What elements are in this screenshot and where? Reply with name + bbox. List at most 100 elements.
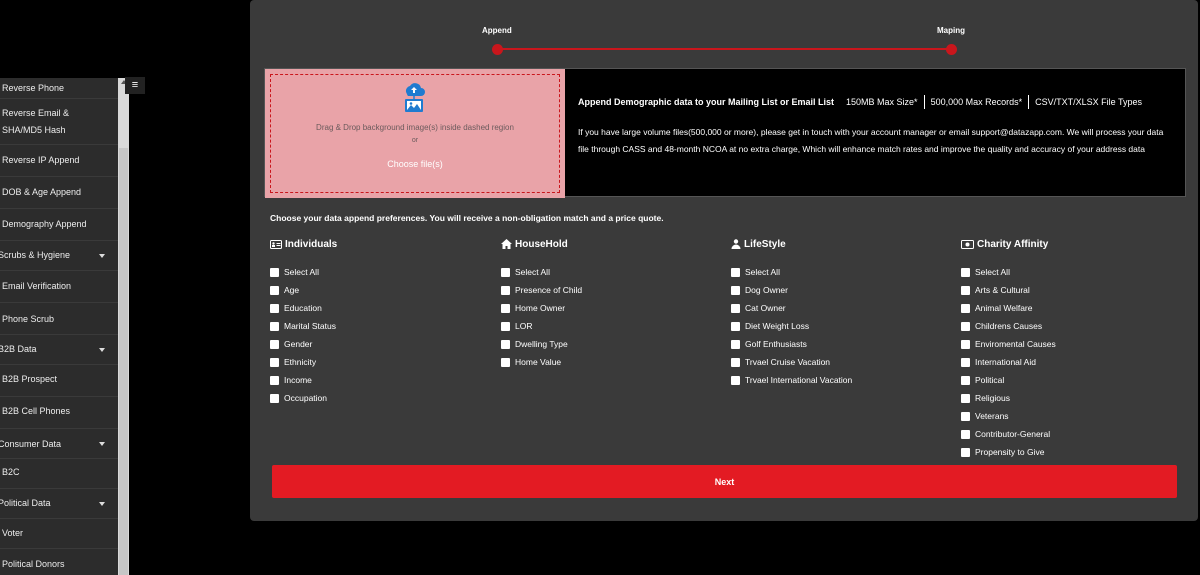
checkbox-option[interactable]: Trvael International Vacation — [731, 371, 852, 389]
checkbox-option[interactable]: Veterans — [961, 407, 1056, 425]
sidebar-item-dob-age[interactable]: DOB & Age Append — [0, 177, 118, 209]
checkbox-label: Propensity to Give — [975, 447, 1045, 457]
household-heading: HouseHold — [501, 237, 582, 251]
checkbox[interactable] — [731, 285, 740, 295]
checkbox[interactable] — [731, 321, 740, 331]
checkbox[interactable] — [501, 303, 510, 313]
checkbox-option[interactable]: Occupation — [270, 389, 337, 407]
checkbox-option[interactable]: Propensity to Give — [961, 443, 1056, 461]
checkbox[interactable] — [961, 267, 970, 277]
checkbox[interactable] — [501, 321, 510, 331]
checkbox[interactable] — [501, 285, 510, 295]
checkbox[interactable] — [961, 429, 970, 439]
checkbox-option[interactable]: Home Value — [501, 353, 582, 371]
checkbox[interactable] — [501, 357, 510, 367]
checkbox-option[interactable]: Income — [270, 371, 337, 389]
sidebar-item-email-verification[interactable]: Email Verification — [0, 271, 118, 303]
checkbox-label: Home Value — [515, 357, 562, 367]
sidebar-item-b2b-prospect[interactable]: B2B Prospect — [0, 365, 118, 397]
checkbox[interactable] — [501, 267, 510, 277]
lifestyle-title: LifeStyle — [744, 238, 786, 250]
checkbox[interactable] — [731, 303, 740, 313]
dropzone[interactable]: Drag & Drop background image(s) inside d… — [265, 69, 565, 198]
checkbox[interactable] — [270, 357, 279, 367]
checkbox[interactable] — [961, 285, 970, 295]
checkbox-label: Arts & Cultural — [975, 285, 1030, 295]
checkbox-option[interactable]: Animal Welfare — [961, 299, 1056, 317]
checkbox-option[interactable]: Education — [270, 299, 337, 317]
checkbox-option[interactable]: Contributor-General — [961, 425, 1056, 443]
checkbox-option[interactable]: Marital Status — [270, 317, 337, 335]
checkbox-option[interactable]: Trvael Cruise Vacation — [731, 353, 852, 371]
sidebar-item-demography[interactable]: Demography Append — [0, 209, 118, 241]
checkbox[interactable] — [961, 411, 970, 421]
checkbox-option[interactable]: Select All — [501, 263, 582, 281]
lifestyle-options: Select All Dog Owner Cat Owner Diet Weight … — [731, 263, 852, 389]
charity-heading: Charity Affinity — [961, 237, 1056, 251]
checkbox-option[interactable]: Dog Owner — [731, 281, 852, 299]
checkbox-option[interactable]: Golf Enthusiasts — [731, 335, 852, 353]
checkbox-option[interactable]: Home Owner — [501, 299, 582, 317]
choose-files-button[interactable]: Choose file(s) — [265, 159, 565, 169]
checkbox[interactable] — [731, 357, 740, 367]
checkbox-option[interactable]: Political — [961, 371, 1056, 389]
sidebar-item-reverse-phone[interactable]: Reverse Phone — [0, 78, 118, 99]
checkbox[interactable] — [961, 393, 970, 403]
checkbox-option[interactable]: Childrens Causes — [961, 317, 1056, 335]
checkbox-option[interactable]: LOR — [501, 317, 582, 335]
checkbox[interactable] — [270, 339, 279, 349]
sidebar-section-consumer[interactable]: Consumer Data — [0, 429, 118, 459]
checkbox-option[interactable]: Cat Owner — [731, 299, 852, 317]
next-button[interactable]: Next — [272, 465, 1177, 498]
sidebar-item-phone-scrub[interactable]: Phone Scrub — [0, 303, 118, 335]
checkbox[interactable] — [961, 339, 970, 349]
checkbox[interactable] — [270, 393, 279, 403]
checkbox-option[interactable]: Religious — [961, 389, 1056, 407]
scroll-thumb[interactable] — [119, 148, 128, 575]
checkbox[interactable] — [270, 321, 279, 331]
checkbox[interactable] — [270, 267, 279, 277]
checkbox[interactable] — [961, 447, 970, 457]
sidebar-section-b2b[interactable]: B2B Data — [0, 335, 118, 365]
sidebar-item-label: Political Donors — [2, 559, 65, 569]
sidebar-item-reverse-ip[interactable]: Reverse IP Append — [0, 145, 118, 177]
checkbox-label: Home Owner — [515, 303, 566, 313]
step-append-label: Append — [482, 26, 512, 35]
checkbox[interactable] — [961, 303, 970, 313]
checkbox-option[interactable]: Enviromental Causes — [961, 335, 1056, 353]
checkbox[interactable] — [270, 303, 279, 313]
checkbox-option[interactable]: Dwelling Type — [501, 335, 582, 353]
checkbox-option[interactable]: Diet Weight Loss — [731, 317, 852, 335]
hamburger-icon[interactable]: ≡ — [125, 77, 145, 94]
checkbox-option[interactable]: Arts & Cultural — [961, 281, 1056, 299]
checkbox[interactable] — [961, 357, 970, 367]
checkbox[interactable] — [501, 339, 510, 349]
sidebar-item-b2b-cell[interactable]: B2B Cell Phones — [0, 397, 118, 429]
checkbox[interactable] — [270, 285, 279, 295]
checkbox-option[interactable]: Ethnicity — [270, 353, 337, 371]
checkbox-option[interactable]: International Aid — [961, 353, 1056, 371]
sidebar-item-reverse-email[interactable]: Reverse Email & SHA/MD5 Hash — [0, 99, 118, 145]
sidebar-section-political[interactable]: Political Data — [0, 489, 118, 519]
individuals-column: Individuals Select All Age Education Marita… — [270, 237, 337, 407]
sidebar-item-political-donors[interactable]: Political Donors — [0, 549, 118, 575]
checkbox-option[interactable]: Select All — [270, 263, 337, 281]
checkbox-option[interactable]: Select All — [731, 263, 852, 281]
checkbox-option[interactable]: Select All — [961, 263, 1056, 281]
checkbox-option[interactable]: Age — [270, 281, 337, 299]
checkbox-label: Presence of Child — [515, 285, 583, 295]
checkbox[interactable] — [961, 321, 970, 331]
checkbox[interactable] — [731, 267, 740, 277]
file-types-text: CSV/TXT/XLSX File Types — [1035, 97, 1142, 107]
checkbox-option[interactable]: Gender — [270, 335, 337, 353]
checkbox-option[interactable]: Presence of Child — [501, 281, 582, 299]
sidebar-scrollbar[interactable] — [118, 78, 129, 575]
sidebar-item-b2c[interactable]: B2C — [0, 459, 118, 489]
checkbox[interactable] — [270, 375, 279, 385]
sidebar-section-scrubs[interactable]: Scrubs & Hygiene — [0, 241, 118, 271]
checkbox[interactable] — [961, 375, 970, 385]
checkbox[interactable] — [731, 339, 740, 349]
checkbox[interactable] — [731, 375, 740, 385]
sidebar-item-voter[interactable]: Voter — [0, 519, 118, 549]
sidebar-item-label: B2C — [2, 467, 20, 477]
